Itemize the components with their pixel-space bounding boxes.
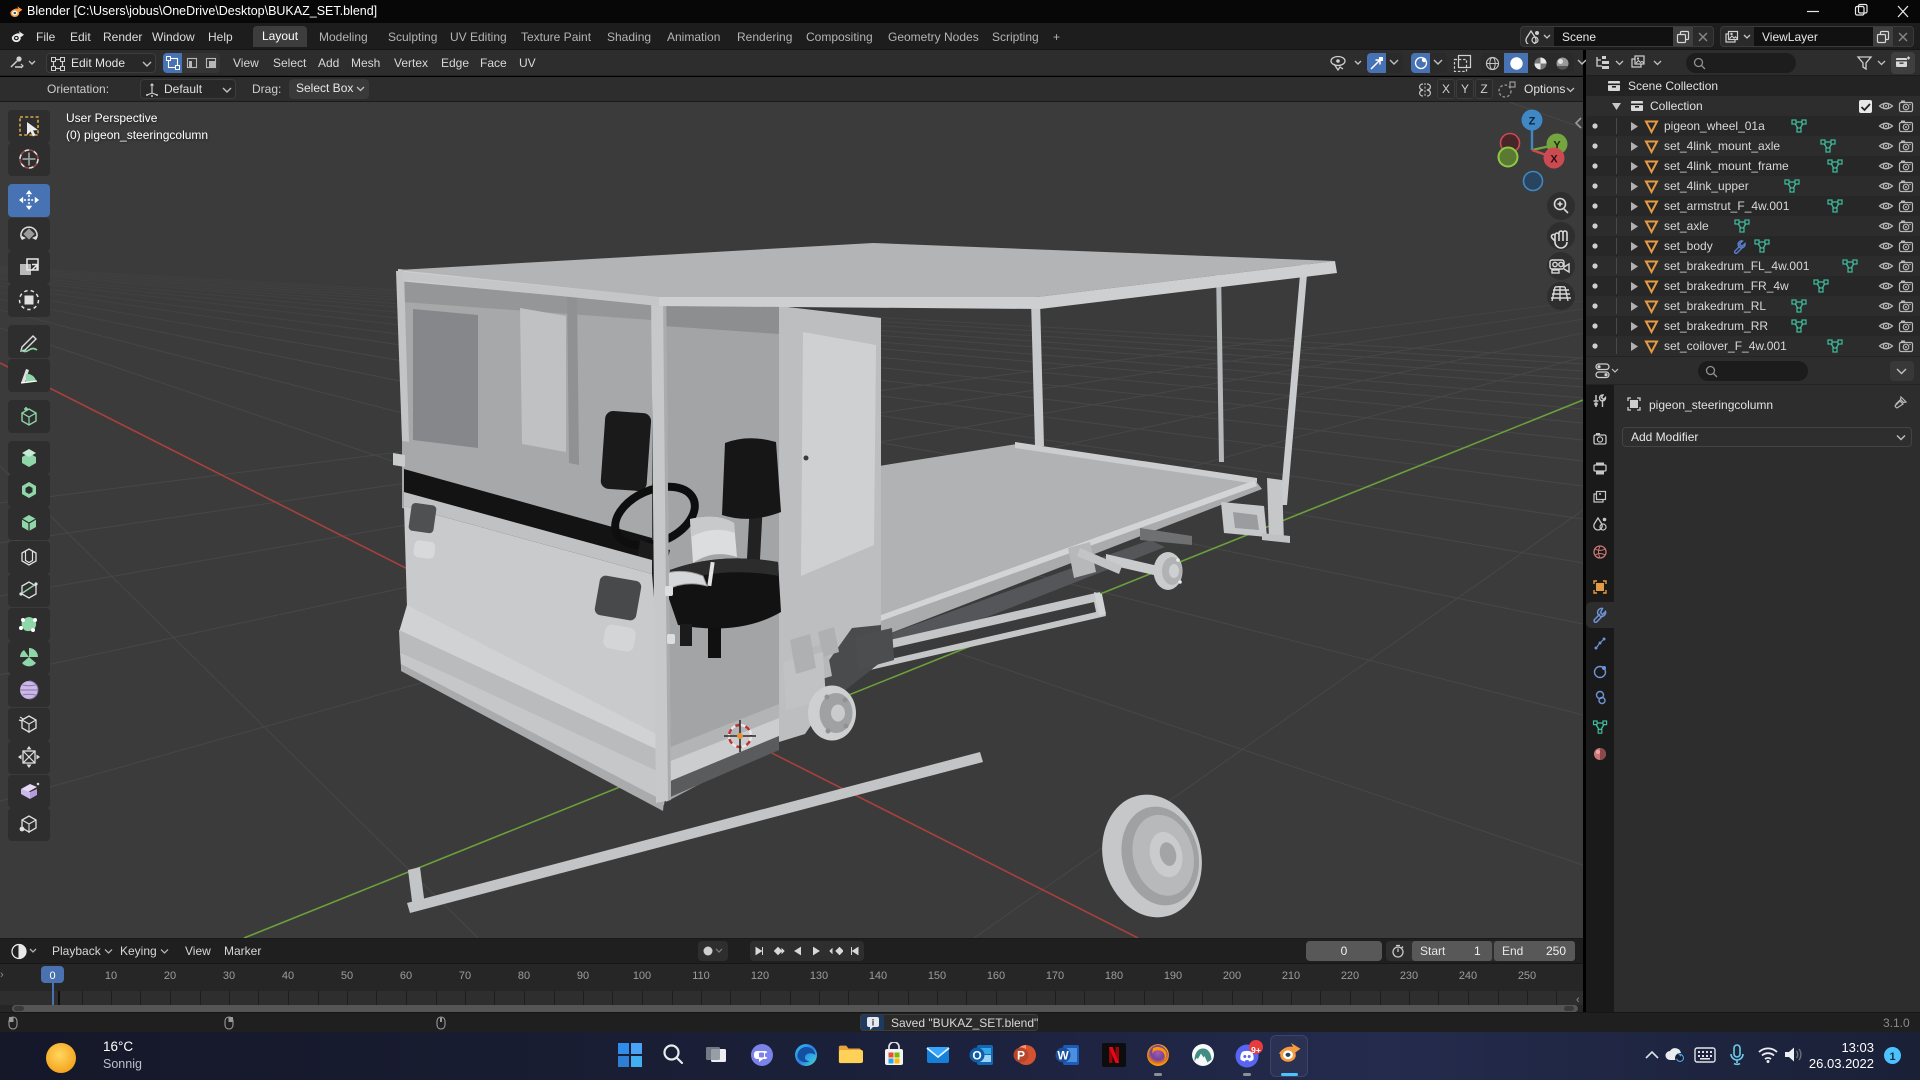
svg-text:P: P xyxy=(1017,1049,1025,1063)
svg-text:W: W xyxy=(1057,1049,1069,1063)
svg-text:O: O xyxy=(972,1049,981,1063)
svg-text:X: X xyxy=(1550,154,1558,166)
svg-text:i: i xyxy=(872,1018,875,1028)
svg-text:Z: Z xyxy=(1529,116,1536,128)
